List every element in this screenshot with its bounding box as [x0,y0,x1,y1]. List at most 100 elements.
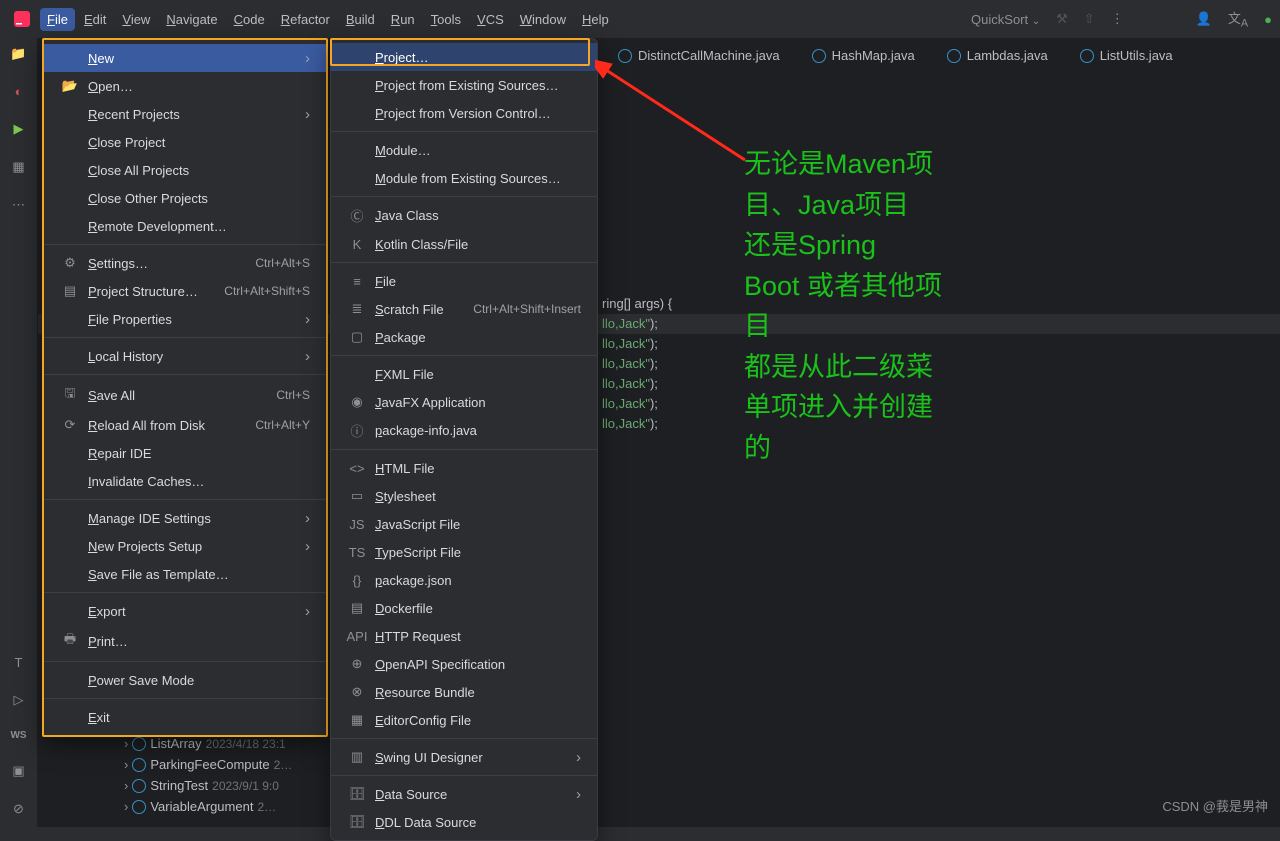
project-tool-icon[interactable]: 📁 [10,46,26,62]
file-menu-recent-projects[interactable]: Recent Projects [44,100,326,128]
new-menu-project-from-version-control-[interactable]: Project from Version Control… [331,99,597,127]
menu-window[interactable]: Window [513,8,573,31]
ts-icon: TS [349,545,365,560]
structure-tool-icon[interactable]: ▦ [12,159,24,175]
annotation-text: 无论是Maven项目、Java项目还是SpringBoot 或者其他项目都是从此… [744,144,942,468]
tree-item[interactable]: › StringTest 2023/9/1 9:0 [124,775,292,796]
file-menu-close-project[interactable]: Close Project [44,128,326,156]
tab-Lambdasjava[interactable]: Lambdas.java [931,38,1064,74]
menu-view[interactable]: View [115,8,157,31]
menu-navigate[interactable]: Navigate [159,8,224,31]
vcs-icon[interactable]: ⇧ [1084,11,1095,27]
new-menu-module-[interactable]: Module… [331,136,597,164]
new-menu-editorconfig-file[interactable]: ▦EditorConfig File [331,706,597,734]
new-menu-package[interactable]: ▢Package [331,323,597,351]
new-menu-package-info-java[interactable]: ⓘpackage-info.java [331,416,597,445]
terminal-icon[interactable]: T [15,655,23,670]
settings-dot-icon[interactable]: ● [1264,12,1272,27]
new-menu-project-from-existing-sources-[interactable]: Project from Existing Sources… [331,71,597,99]
menu-edit[interactable]: Edit [77,8,113,31]
run-icon[interactable]: ▷ [14,692,24,708]
js-icon: JS [349,517,365,532]
problems-icon[interactable]: ⊘ [13,801,24,817]
new-menu-html-file[interactable]: <>HTML File [331,454,597,482]
db-icon: 🗄 [349,786,365,802]
file-menu-print-[interactable]: 🖶Print… [44,625,326,657]
file-menu-exit[interactable]: Exit [44,703,326,731]
file-menu-settings-[interactable]: ⚙Settings…Ctrl+Alt+S [44,249,326,277]
file-menu-file-properties[interactable]: File Properties [44,305,326,333]
tree-item[interactable]: › VariableArgument 2… [124,796,292,817]
junit-tool-icon[interactable]: ▶ [14,121,24,137]
menu-vcs[interactable]: VCS [470,8,511,31]
more-icon[interactable]: ⋮ [1111,11,1124,27]
file-menu-local-history[interactable]: Local History [44,342,326,370]
docker-icon: ▤ [349,600,365,616]
file-menu-close-all-projects[interactable]: Close All Projects [44,156,326,184]
file-menu-save-all[interactable]: 🖫Save AllCtrl+S [44,379,326,411]
new-menu-openapi-specification[interactable]: ⊕OpenAPI Specification [331,650,597,678]
file-menu-new-projects-setup[interactable]: New Projects Setup [44,532,326,560]
new-menu-package-json[interactable]: {}package.json [331,566,597,594]
scratch-icon: ≣ [349,301,365,317]
file-menu-export[interactable]: Export [44,597,326,625]
file-menu-invalidate-caches-[interactable]: Invalidate Caches… [44,467,326,495]
file-menu-project-structure-[interactable]: ▤Project Structure…Ctrl+Alt+Shift+S [44,277,326,305]
build-icon[interactable]: ⚒ [1056,11,1068,27]
tab-HashMapjava[interactable]: HashMap.java [796,38,931,74]
file-menu-remote-development-[interactable]: Remote Development… [44,212,326,240]
menu-help[interactable]: Help [575,8,616,31]
file-menu-save-file-as-template-[interactable]: Save File as Template… [44,560,326,588]
structure-icon: ▤ [62,283,78,299]
tree-item[interactable]: › ParkingFeeCompute 2… [124,754,292,775]
menu-file[interactable]: File [40,8,75,31]
file-menu-close-other-projects[interactable]: Close Other Projects [44,184,326,212]
file-menu-manage-ide-settings[interactable]: Manage IDE Settings [44,504,326,532]
menu-code[interactable]: Code [227,8,272,31]
menu-refactor[interactable]: Refactor [274,8,337,31]
menu-run[interactable]: Run [384,8,422,31]
new-menu-scratch-file[interactable]: ≣Scratch FileCtrl+Alt+Shift+Insert [331,295,597,323]
commit-tool-icon[interactable]: ◐ [15,84,23,99]
new-menu-ddl-data-source[interactable]: 🗄DDL Data Source [331,808,597,836]
new-menu-fxml-file[interactable]: FXML File [331,360,597,388]
new-menu-stylesheet[interactable]: ▭Stylesheet [331,482,597,510]
file-menu-power-save-mode[interactable]: Power Save Mode [44,666,326,694]
new-menu-project-[interactable]: Project… [331,43,597,71]
new-menu-file[interactable]: ≡File [331,267,597,295]
watermark: CSDN @莪是男神 [1162,796,1268,815]
file-menu-open-[interactable]: 📂Open… [44,72,326,100]
main-menu-bar: FileEditViewNavigateCodeRefactorBuildRun… [0,0,1280,38]
translate-icon[interactable]: 文A [1228,8,1248,30]
tab-ListUtilsjava[interactable]: ListUtils.java [1064,38,1189,74]
new-menu-swing-ui-designer[interactable]: ▥Swing UI Designer [331,743,597,771]
new-menu-java-class[interactable]: ⒸJava Class [331,201,597,230]
menu-build[interactable]: Build [339,8,382,31]
class-icon [132,800,146,814]
menu-tools[interactable]: Tools [424,8,468,31]
new-menu-kotlin-class-file[interactable]: KKotlin Class/File [331,230,597,258]
debug-icon[interactable]: ▣ [12,763,24,779]
file-menu-repair-ide[interactable]: Repair IDE [44,439,326,467]
class-icon [812,49,826,63]
user-icon[interactable]: 👤 [1196,11,1212,27]
json-icon: {} [349,573,365,588]
new-menu-http-request[interactable]: APIHTTP Request [331,622,597,650]
editorconfig-icon: ▦ [349,712,365,728]
class-icon [132,737,146,751]
new-menu-data-source[interactable]: 🗄Data Source [331,780,597,808]
new-menu-dockerfile[interactable]: ▤Dockerfile [331,594,597,622]
app-icon [8,11,36,27]
file-menu-new[interactable]: New [44,44,326,72]
save-icon: 🖫 [62,384,78,406]
new-menu-resource-bundle[interactable]: ⊗Resource Bundle [331,678,597,706]
new-menu-javafx-application[interactable]: ◉JavaFX Application [331,388,597,416]
new-menu-module-from-existing-sources-[interactable]: Module from Existing Sources… [331,164,597,192]
project-selector[interactable]: QuickSort ⌄ [971,12,1040,27]
tab-DistinctCallMachinejava[interactable]: DistinctCallMachine.java [602,38,796,74]
more-tools-icon[interactable]: ⋯ [12,197,25,213]
new-menu-typescript-file[interactable]: TSTypeScript File [331,538,597,566]
file-menu-reload-all-from-disk[interactable]: ⟳Reload All from DiskCtrl+Alt+Y [44,411,326,439]
ws-icon[interactable]: WS [10,730,26,741]
new-menu-javascript-file[interactable]: JSJavaScript File [331,510,597,538]
